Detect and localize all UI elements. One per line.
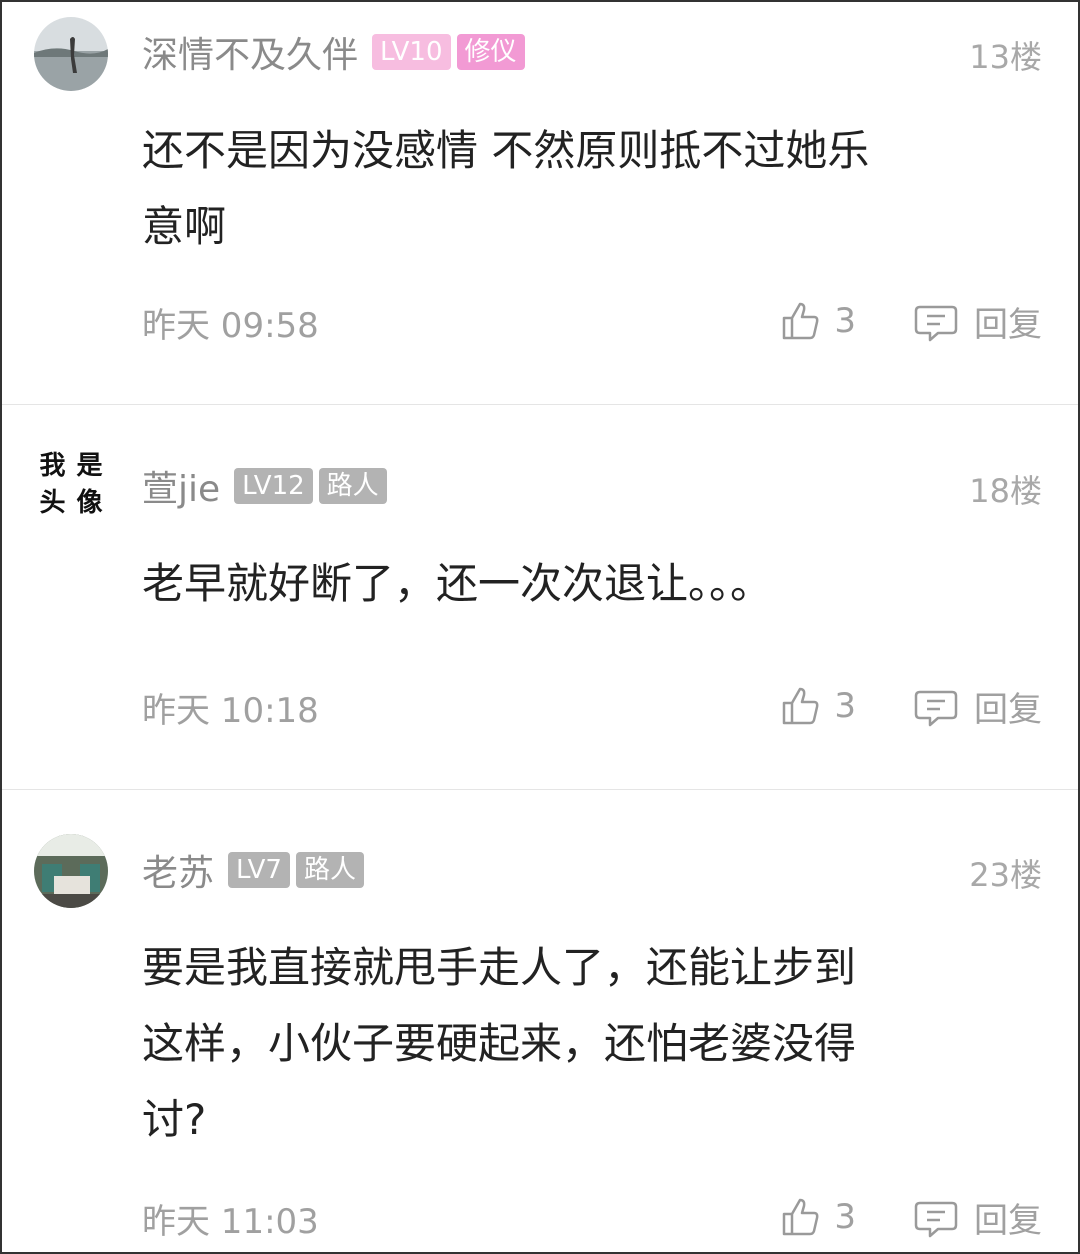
username[interactable]: 深情不及久伴 [142,26,358,78]
comment-line: 这样，小伙子要硬起来，还怕老婆没得 [142,1019,857,1068]
floor-number: 18楼 [969,472,1042,510]
avatar-char: 我 [39,451,66,481]
like-count: 3 [834,301,856,341]
title-badge: 修仪 [456,34,525,70]
avatar-char: 头 [39,488,66,518]
reply-icon[interactable] [914,299,958,343]
thumbs-up-icon[interactable] [780,684,824,728]
comment-line: 老早就好断了，还一次次退让。。。 [142,559,773,608]
like-count: 3 [834,1197,856,1237]
level-badge: LV10 [372,34,451,70]
comment-actions: 3 回复 [780,681,1042,731]
comment-actions: 3 回复 [780,296,1042,346]
avatar-char: 像 [76,488,103,518]
title-badge: 路人 [318,468,387,504]
reply-icon[interactable] [914,1195,958,1239]
thumbs-up-icon[interactable] [780,1195,824,1239]
user-info: 深情不及久伴 LV10 修仪 [142,30,531,76]
avatar[interactable] [34,17,108,91]
user-info: 老苏 LV7 路人 [142,848,370,894]
divider [2,789,1078,790]
divider [2,404,1078,405]
comment-content: 还不是因为没感情 不然原则抵不过她乐 意啊 [142,113,1032,265]
comment-line: 要是我直接就甩手走人了，还能让步到 [142,943,857,992]
thumbs-up-icon[interactable] [780,299,824,343]
comment-content: 老早就好断了，还一次次退让。。。 [142,546,1032,622]
avatar-char: 是 [76,451,103,481]
floor-number: 13楼 [969,38,1042,76]
level-badge: LV7 [228,852,290,888]
comment-line: 讨? [142,1095,207,1144]
comment-line: 意啊 [142,202,227,251]
level-badge: LV12 [234,468,313,504]
reply-button[interactable]: 回复 [974,1193,1042,1242]
username[interactable]: 萱jie [142,460,220,512]
avatar[interactable]: 我 是 头 像 [34,448,108,522]
comment-line: 还不是因为没感情 不然原则抵不过她乐 [142,126,870,175]
floor-number: 23楼 [969,856,1042,894]
username[interactable]: 老苏 [142,844,214,896]
title-badge: 路人 [295,852,364,888]
avatar-room-image [34,834,108,908]
avatar[interactable] [34,834,108,908]
comment-content: 要是我直接就甩手走人了，还能让步到 这样，小伙子要硬起来，还怕老婆没得 讨? [142,930,1032,1158]
comment-time: 昨天 11:03 [142,1202,319,1242]
reply-button[interactable]: 回复 [974,682,1042,731]
like-count: 3 [834,686,856,726]
reply-button[interactable]: 回复 [974,297,1042,346]
reply-icon[interactable] [914,684,958,728]
comment-actions: 3 回复 [780,1192,1042,1242]
user-info: 萱jie LV12 路人 [142,464,393,510]
comment-time: 昨天 09:58 [142,306,319,346]
comment-time: 昨天 10:18 [142,691,319,731]
avatar-landscape-image [34,17,108,91]
